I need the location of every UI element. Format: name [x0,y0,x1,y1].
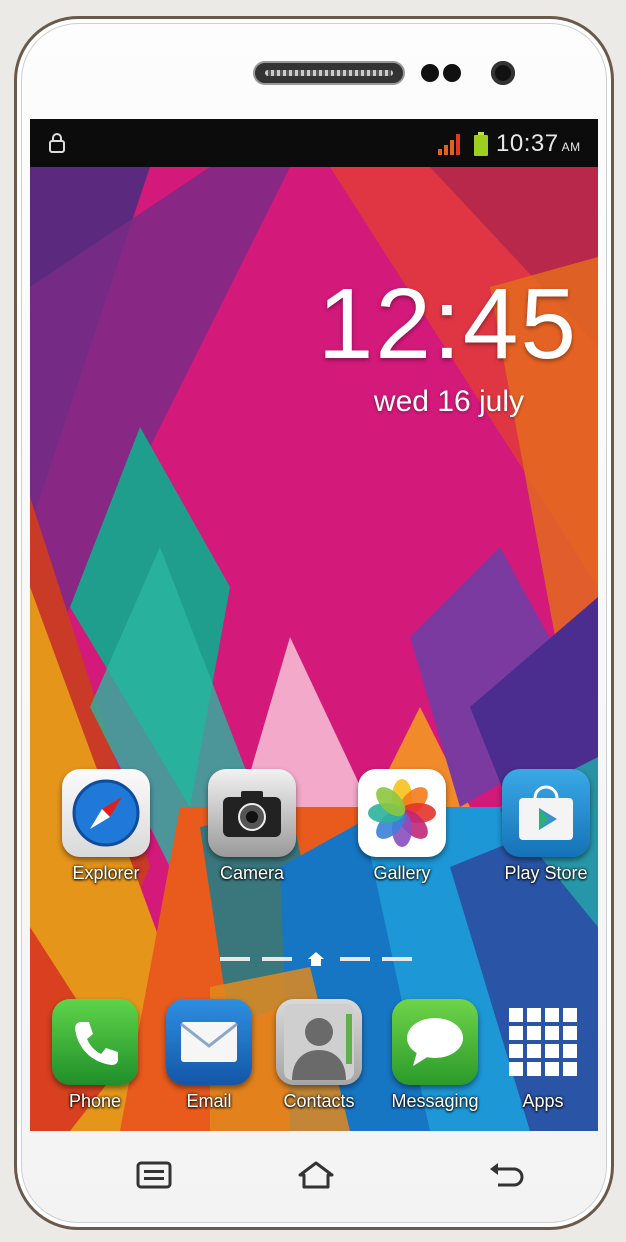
lock-icon [49,133,65,153]
battery-icon [474,132,488,156]
speech-bubble-icon [392,999,478,1085]
play-store-icon [502,769,590,857]
app-explorer[interactable]: Explorer [46,769,166,884]
app-contacts[interactable]: Contacts [264,999,374,1112]
flower-icon [358,769,446,857]
lockscreen-clock: 12:45 [317,268,578,380]
grid-icon [500,999,586,1085]
back-button[interactable] [486,1159,526,1191]
app-email[interactable]: Email [154,999,264,1112]
home-button[interactable] [296,1159,336,1191]
front-camera [491,61,515,85]
status-bar: 10:37 AM [30,119,598,167]
compass-icon [62,769,150,857]
phone-icon [52,999,138,1085]
signal-icon [438,134,460,155]
app-camera[interactable]: Camera [192,769,312,884]
phone-body: 10:37 AM 12:45 wed 16 july Explorer Came… [14,16,614,1230]
envelope-icon [166,999,252,1085]
camera-icon [208,769,296,857]
hardware-nav-bar [30,1131,598,1215]
menu-button[interactable] [134,1159,174,1191]
app-apps-drawer[interactable]: Apps [490,999,596,1112]
contact-icon [276,999,362,1085]
lockscreen-date: wed 16 july [373,385,524,418]
app-messaging[interactable]: Messaging [380,999,490,1112]
light-sensor [443,64,461,82]
app-play-store[interactable]: Play Store [486,769,598,884]
page-indicator [220,952,412,966]
proximity-sensor [421,64,439,82]
earpiece-speaker [253,61,405,85]
app-phone[interactable]: Phone [40,999,150,1112]
status-time: 10:37 AM [496,130,581,157]
screen: 10:37 AM 12:45 wed 16 july Explorer Came… [30,119,598,1131]
app-gallery[interactable]: Gallery [342,769,462,884]
